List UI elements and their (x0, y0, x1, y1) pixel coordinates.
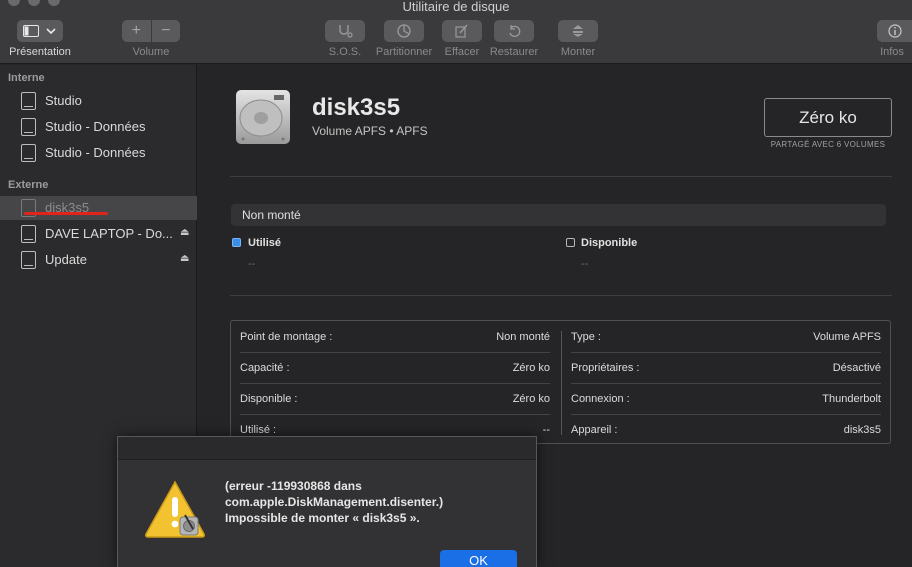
sidebar-item-dave-laptop[interactable]: DAVE LAPTOP - Do... ⏏ (0, 222, 197, 246)
eject-icon[interactable]: ⏏ (180, 253, 189, 264)
alert-message-line: (erreur -119930868 dans (225, 479, 362, 493)
available-legend-label: Disponible (581, 237, 638, 249)
volume-label: Volume (132, 46, 170, 58)
available-value: -- (581, 258, 589, 270)
disk-icon (21, 225, 36, 243)
detail-value: -- (542, 424, 550, 436)
disk-icon (21, 92, 36, 110)
detail-key: Connexion : (571, 393, 630, 405)
window-title: Utilitaire de disque (402, 0, 510, 14)
disk-utility-badge-icon (179, 514, 199, 536)
disk-icon (21, 251, 36, 269)
partition-label: Partitionner (375, 46, 433, 58)
sidebar-item-label: DAVE LAPTOP - Do... (45, 226, 173, 241)
mount-button[interactable] (558, 20, 598, 42)
erase-label: Effacer (444, 46, 480, 58)
sidebar-item-studio-data[interactable]: Studio - Données (0, 115, 197, 139)
alert-title-bar (118, 437, 536, 460)
detail-value: Non monté (496, 331, 550, 343)
sidebar-item-label: Studio - Données (45, 145, 146, 160)
detail-key: Point de montage : (240, 331, 333, 343)
info-button[interactable] (877, 20, 912, 42)
stethoscope-icon (339, 25, 353, 38)
detail-value: Volume APFS (813, 331, 881, 343)
chevron-down-icon (46, 28, 56, 35)
first-aid-button[interactable] (325, 20, 365, 42)
error-alert-dialog: (erreur -119930868 dans com.apple.DiskMa… (117, 436, 537, 567)
mount-status-bar: Non monté (231, 204, 886, 226)
shared-volumes-note: PARTAGÉ AVEC 6 VOLUMES (770, 140, 886, 149)
volume-segment: + − (122, 20, 180, 42)
volume-size: Zéro ko (764, 98, 892, 137)
detail-value: disk3s5 (843, 424, 881, 436)
sidebar-item-studio-data-2[interactable]: Studio - Données (0, 141, 197, 165)
detail-value: Zéro ko (512, 393, 550, 405)
partition-button[interactable] (384, 20, 424, 42)
remove-volume-button[interactable]: − (152, 20, 181, 42)
available-legend-swatch (566, 238, 575, 247)
restore-icon (509, 25, 521, 37)
row-divider (240, 352, 550, 353)
divider (230, 295, 892, 296)
column-divider (561, 331, 562, 435)
disk-icon (21, 144, 36, 162)
info-icon (887, 24, 902, 38)
add-volume-button[interactable]: + (122, 20, 152, 42)
eject-icon[interactable]: ⏏ (180, 227, 189, 238)
alert-message-line: com.apple.DiskManagement.disenter.) (225, 495, 444, 509)
restore-label: Restaurer (489, 46, 539, 58)
restore-button[interactable] (494, 20, 534, 42)
sidebar-header-internal: Interne (8, 72, 45, 84)
ok-button[interactable]: OK (440, 550, 517, 567)
detail-value: Zéro ko (512, 362, 550, 374)
detail-key: Propriétaires : (571, 362, 640, 374)
detail-key: Utilisé : (240, 424, 277, 436)
detail-key: Disponible : (240, 393, 298, 405)
divider (230, 176, 892, 177)
row-divider (240, 414, 550, 415)
disk-icon (21, 118, 36, 136)
mount-icon (573, 25, 583, 37)
hard-drive-icon (236, 90, 290, 144)
volume-name: disk3s5 (312, 94, 401, 121)
row-divider (571, 383, 881, 384)
detail-key: Capacité : (240, 362, 290, 374)
sidebar-item-label: Update (45, 252, 87, 267)
detail-key: Appareil : (571, 424, 618, 436)
volume-subtitle: Volume APFS • APFS (312, 124, 428, 138)
view-button[interactable] (17, 20, 63, 42)
volume-details-table: Point de montage : Non monté Capacité : … (230, 320, 891, 444)
sidebar-item-studio[interactable]: Studio (0, 89, 197, 113)
erase-icon (455, 24, 468, 38)
view-label: Présentation (9, 46, 71, 58)
red-underline-annotation (24, 212, 108, 215)
detail-value: Désactivé (832, 362, 881, 374)
sidebar-item-disk3s5[interactable]: disk3s5 (0, 196, 197, 220)
sidebar-item-update[interactable]: Update ⏏ (0, 248, 197, 272)
mount-label: Monter (560, 46, 596, 58)
warning-icon (145, 480, 205, 538)
used-value: -- (248, 258, 256, 270)
sidebar-toggle-icon (23, 25, 39, 37)
erase-button[interactable] (442, 20, 482, 42)
sidebar-header-external: Externe (8, 179, 49, 191)
detail-key: Type : (571, 331, 601, 343)
row-divider (571, 414, 881, 415)
sidebar-item-label: Studio (45, 93, 82, 108)
sidebar-item-label: Studio - Données (45, 119, 146, 134)
toolbar: Utilitaire de disque Présentation + − Vo… (0, 0, 912, 64)
partition-icon (397, 24, 411, 38)
detail-value: Thunderbolt (822, 393, 881, 405)
row-divider (571, 352, 881, 353)
alert-message-line: Impossible de monter « disk3s5 ». (225, 511, 420, 525)
alert-message: (erreur -119930868 dans com.apple.DiskMa… (225, 478, 525, 526)
used-legend-label: Utilisé (248, 237, 282, 249)
used-legend-swatch (232, 238, 241, 247)
row-divider (240, 383, 550, 384)
info-label: Infos (880, 46, 904, 58)
